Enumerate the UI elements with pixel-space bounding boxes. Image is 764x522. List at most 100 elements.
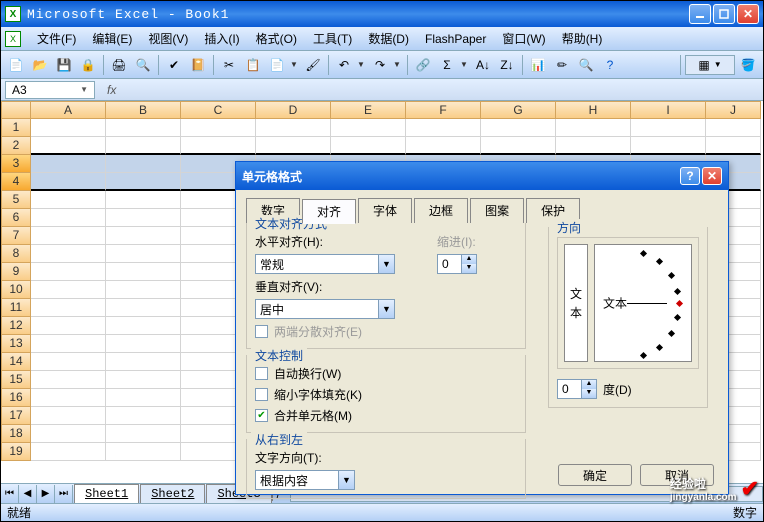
cell[interactable]	[106, 335, 181, 353]
menu-window[interactable]: 窗口(W)	[494, 27, 553, 50]
fill-color-icon[interactable]: 🪣	[737, 54, 759, 76]
cell[interactable]	[631, 119, 706, 137]
cell[interactable]	[256, 137, 331, 155]
name-box[interactable]: A3 ▼	[5, 81, 95, 99]
chart-icon[interactable]: 📊	[527, 54, 549, 76]
row-header[interactable]: 8	[1, 245, 31, 263]
textdir-dropdown[interactable]: 根据内容▼	[255, 470, 355, 490]
col-header[interactable]: I	[631, 101, 706, 119]
row-header[interactable]: 1	[1, 119, 31, 137]
cell[interactable]	[31, 227, 106, 245]
menu-edit[interactable]: 编辑(E)	[84, 27, 140, 50]
save-icon[interactable]: 💾	[53, 54, 75, 76]
col-header[interactable]: C	[181, 101, 256, 119]
tab-border[interactable]: 边框	[414, 198, 468, 223]
tab-nav-next-icon[interactable]: ▶	[37, 485, 55, 503]
cell[interactable]	[106, 425, 181, 443]
tab-alignment[interactable]: 对齐	[302, 199, 356, 224]
col-header[interactable]: D	[256, 101, 331, 119]
cell[interactable]	[106, 227, 181, 245]
preview-icon[interactable]: 🔍	[132, 54, 154, 76]
row-header[interactable]: 10	[1, 281, 31, 299]
cell[interactable]	[106, 119, 181, 137]
row-header[interactable]: 3	[1, 155, 31, 173]
dialog-close-button[interactable]: ✕	[702, 167, 722, 185]
print-icon[interactable]: 🖨	[108, 54, 130, 76]
menu-flashpaper[interactable]: FlashPaper	[417, 29, 494, 49]
chevron-down-icon[interactable]: ▼	[80, 85, 88, 94]
cell[interactable]	[31, 209, 106, 227]
tab-nav-prev-icon[interactable]: ◀	[19, 485, 37, 503]
cut-icon[interactable]: ✂	[218, 54, 240, 76]
cell[interactable]	[331, 137, 406, 155]
shrink-checkbox[interactable]	[255, 388, 268, 401]
undo-icon[interactable]: ↶	[333, 54, 355, 76]
permission-icon[interactable]: 🔒	[77, 54, 99, 76]
menu-data[interactable]: 数据(D)	[360, 27, 417, 50]
borders-icon[interactable]: ▦▼	[685, 55, 735, 75]
cell[interactable]	[331, 119, 406, 137]
cell[interactable]	[181, 119, 256, 137]
cell[interactable]	[106, 137, 181, 155]
research-icon[interactable]: 📔	[187, 54, 209, 76]
cell[interactable]	[481, 137, 556, 155]
merge-checkbox[interactable]: ✔	[255, 409, 268, 422]
sheet-tab[interactable]: Sheet2	[140, 484, 205, 503]
sheet-tab[interactable]: Sheet1	[74, 484, 139, 503]
row-header[interactable]: 14	[1, 353, 31, 371]
sort-desc-icon[interactable]: Z↓	[496, 54, 518, 76]
cell[interactable]	[31, 335, 106, 353]
row-header[interactable]: 19	[1, 443, 31, 461]
row-header[interactable]: 9	[1, 263, 31, 281]
cell[interactable]	[31, 425, 106, 443]
open-icon[interactable]: 📂	[29, 54, 51, 76]
orientation-dial[interactable]: 文本	[594, 244, 692, 362]
cell[interactable]	[31, 245, 106, 263]
cell[interactable]	[106, 155, 181, 173]
close-button[interactable]: ✕	[737, 4, 759, 24]
col-header[interactable]: A	[31, 101, 106, 119]
cell[interactable]	[31, 191, 106, 209]
dialog-help-button[interactable]: ?	[680, 167, 700, 185]
autosum-icon[interactable]: Σ	[436, 54, 458, 76]
help-icon[interactable]: ?	[599, 54, 621, 76]
col-header[interactable]: E	[331, 101, 406, 119]
row-header[interactable]: 12	[1, 317, 31, 335]
menu-tools[interactable]: 工具(T)	[305, 27, 360, 50]
row-header[interactable]: 17	[1, 407, 31, 425]
cell[interactable]	[106, 245, 181, 263]
valign-dropdown[interactable]: 居中▼	[255, 299, 395, 319]
drawing-icon[interactable]: ✏	[551, 54, 573, 76]
row-header[interactable]: 11	[1, 299, 31, 317]
row-header[interactable]: 13	[1, 335, 31, 353]
vertical-text-button[interactable]: 文 本	[564, 244, 588, 362]
cell[interactable]	[256, 119, 331, 137]
row-header[interactable]: 7	[1, 227, 31, 245]
cell[interactable]	[556, 119, 631, 137]
cell[interactable]	[31, 443, 106, 461]
cell[interactable]	[106, 353, 181, 371]
cell[interactable]	[31, 119, 106, 137]
cell[interactable]	[31, 137, 106, 155]
cell[interactable]	[106, 173, 181, 191]
wrap-checkbox[interactable]	[255, 367, 268, 380]
cell[interactable]	[31, 299, 106, 317]
cell[interactable]	[106, 209, 181, 227]
row-header[interactable]: 16	[1, 389, 31, 407]
cell[interactable]	[106, 371, 181, 389]
cell[interactable]	[631, 137, 706, 155]
cell[interactable]	[106, 299, 181, 317]
menu-insert[interactable]: 插入(I)	[196, 27, 247, 50]
fx-label[interactable]: fx	[107, 83, 116, 97]
tab-nav-first-icon[interactable]: ⏮	[1, 485, 19, 503]
cell[interactable]	[31, 371, 106, 389]
tab-pattern[interactable]: 图案	[470, 198, 524, 223]
tab-font[interactable]: 字体	[358, 198, 412, 223]
halign-dropdown[interactable]: 常规▼	[255, 254, 395, 274]
row-header[interactable]: 18	[1, 425, 31, 443]
menu-view[interactable]: 视图(V)	[140, 27, 196, 50]
minimize-button[interactable]	[689, 4, 711, 24]
row-header[interactable]: 5	[1, 191, 31, 209]
col-header[interactable]: B	[106, 101, 181, 119]
cell[interactable]	[481, 119, 556, 137]
